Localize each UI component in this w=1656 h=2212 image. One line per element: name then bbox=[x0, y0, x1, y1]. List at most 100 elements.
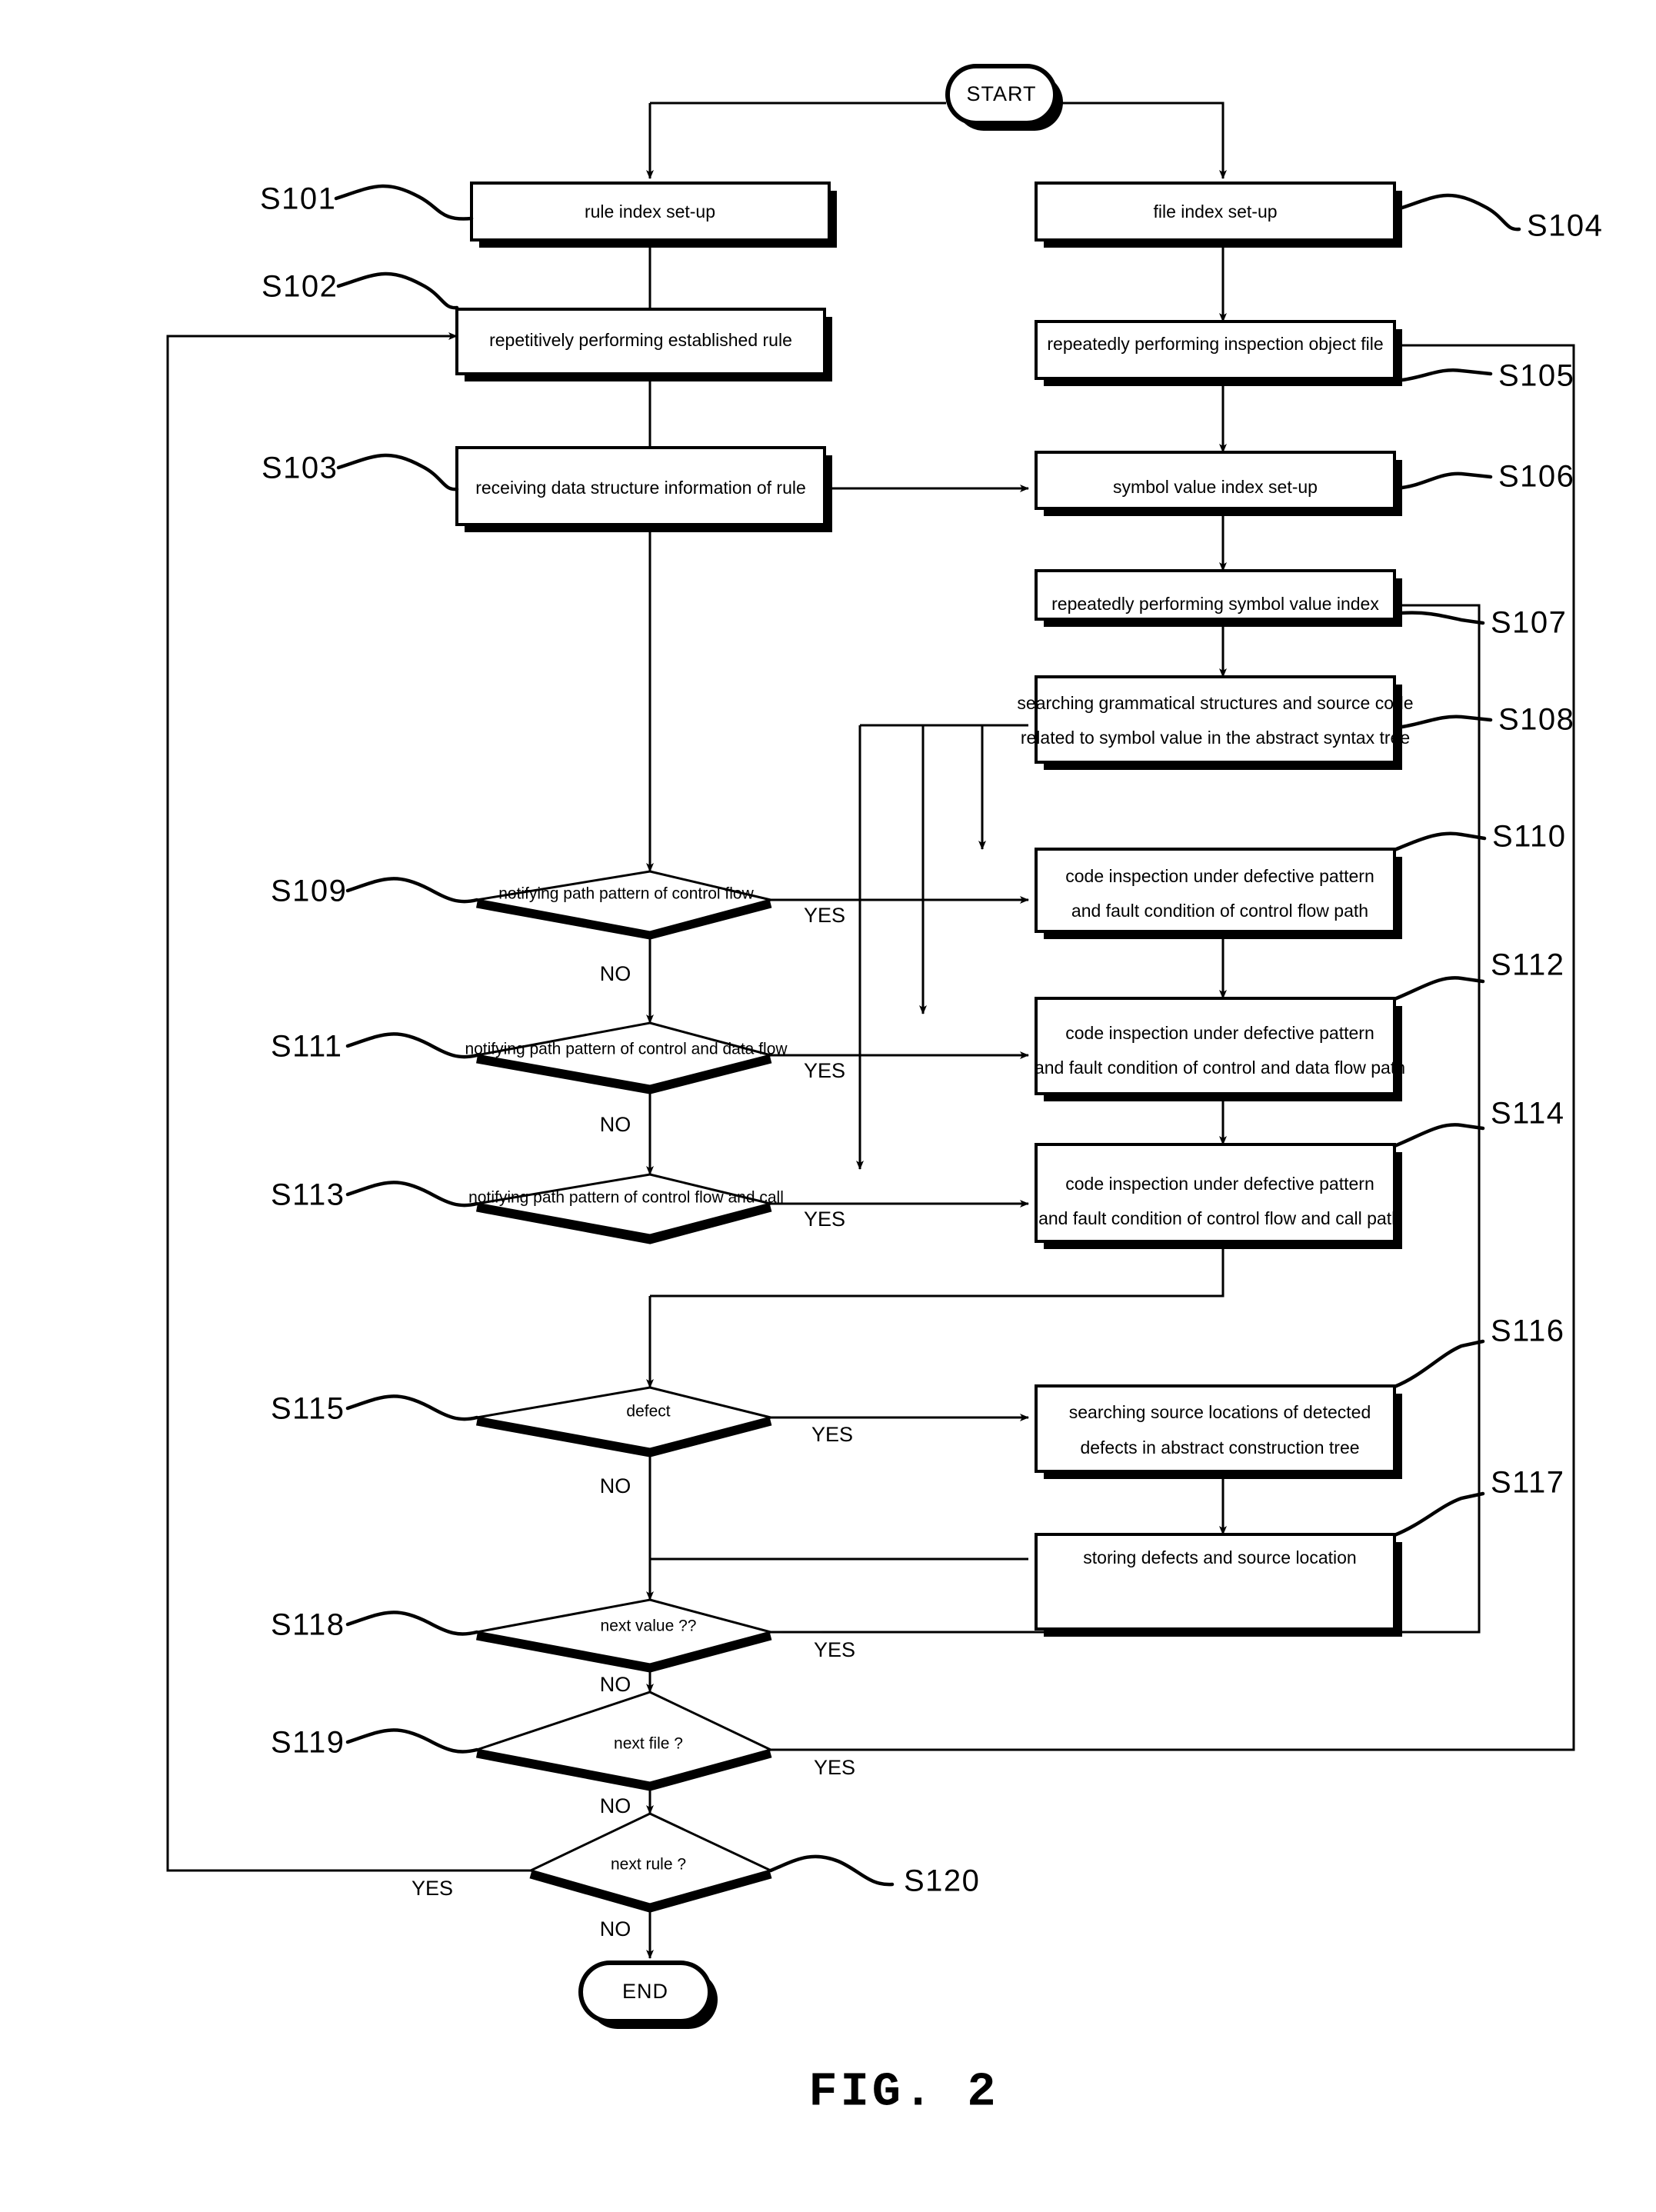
node-s113: notifying path pattern of control flow a… bbox=[468, 1173, 784, 1244]
node-s103: receiving data structure information of … bbox=[455, 446, 832, 532]
label-s119-yes: YES bbox=[814, 1756, 855, 1779]
node-s114: code inspection under defective pattern … bbox=[1035, 1143, 1402, 1249]
node-s109: notifying path pattern of control flow bbox=[476, 870, 772, 940]
ref-s118: S118 bbox=[271, 1608, 345, 1642]
figure-caption: FIG. 2 bbox=[808, 2064, 998, 2119]
ref-leader-s110: S110 bbox=[1392, 820, 1566, 854]
ref-leader-s103: S103 bbox=[262, 451, 459, 491]
label-s115-no: NO bbox=[600, 1474, 631, 1497]
ref-s113: S113 bbox=[271, 1178, 345, 1212]
s105-text: repeatedly performing inspection object … bbox=[1047, 334, 1383, 354]
node-s106: symbol value index set-up bbox=[1035, 451, 1402, 516]
ref-s102: S102 bbox=[262, 270, 338, 304]
ref-s112: S112 bbox=[1491, 948, 1564, 982]
label-s109-no: NO bbox=[600, 962, 631, 985]
terminator-end: END bbox=[578, 1960, 718, 2029]
node-s120: next rule ? bbox=[527, 1812, 775, 1913]
label-s111-no: NO bbox=[600, 1113, 631, 1136]
label-s120-no: NO bbox=[600, 1917, 631, 1940]
ref-s120: S120 bbox=[904, 1864, 980, 1898]
ref-leader-s106: S106 bbox=[1400, 460, 1574, 494]
s114-text-line2: and fault condition of control flow and … bbox=[1038, 1208, 1401, 1228]
label-s115-yes: YES bbox=[811, 1423, 853, 1446]
ref-s119: S119 bbox=[271, 1726, 345, 1760]
label-s111-yes: YES bbox=[804, 1059, 845, 1082]
ref-s110: S110 bbox=[1492, 820, 1566, 854]
label-s118-yes: YES bbox=[814, 1638, 855, 1661]
label-s119-no: NO bbox=[600, 1794, 631, 1817]
ref-s116: S116 bbox=[1491, 1314, 1564, 1348]
node-s102: repetitively performing established rule bbox=[455, 308, 832, 381]
s111-text: notifying path pattern of control and da… bbox=[465, 1041, 788, 1058]
ref-s109: S109 bbox=[271, 874, 347, 908]
node-s118: next value ?? bbox=[475, 1598, 775, 1673]
label-s120-yes: YES bbox=[412, 1877, 453, 1900]
s106-text: symbol value index set-up bbox=[1113, 477, 1318, 497]
ref-leader-s113: S113 bbox=[271, 1178, 479, 1212]
ref-s107: S107 bbox=[1491, 606, 1567, 640]
s110-text-line1: code inspection under defective pattern bbox=[1065, 866, 1374, 886]
ref-s104: S104 bbox=[1527, 209, 1603, 243]
node-s105: repeatedly performing inspection object … bbox=[1035, 320, 1402, 386]
node-s107: repeatedly performing symbol value index bbox=[1035, 569, 1402, 627]
flowchart-canvas: START END rule index set-up repetitively… bbox=[166, 64, 1603, 2119]
node-s110: code inspection under defective pattern … bbox=[1035, 848, 1402, 939]
ref-leader-s115: S115 bbox=[271, 1392, 479, 1426]
node-s119: next file ? bbox=[472, 1691, 775, 1791]
start-label: START bbox=[966, 82, 1036, 105]
node-s101: rule index set-up bbox=[470, 182, 837, 248]
s113-text: notifying path pattern of control flow a… bbox=[468, 1189, 784, 1207]
ref-s106: S106 bbox=[1498, 460, 1574, 494]
label-s113-yes: YES bbox=[804, 1208, 845, 1231]
ref-s115: S115 bbox=[271, 1392, 345, 1426]
node-s117: storing defects and source location bbox=[1035, 1533, 1402, 1637]
ref-leader-s118: S118 bbox=[271, 1608, 479, 1642]
s110-text-line2: and fault condition of control flow path bbox=[1071, 901, 1368, 921]
ref-leader-s104: S104 bbox=[1400, 193, 1603, 243]
label-s118-no: NO bbox=[600, 1673, 631, 1696]
s101-text: rule index set-up bbox=[585, 202, 715, 222]
node-s115: defect bbox=[476, 1386, 772, 1457]
s112-text-line1: code inspection under defective pattern bbox=[1065, 1023, 1374, 1043]
ref-s117: S117 bbox=[1491, 1466, 1564, 1500]
node-s116: searching source locations of detected d… bbox=[1035, 1384, 1402, 1479]
s107-text: repeatedly performing symbol value index bbox=[1051, 594, 1379, 614]
ref-s101: S101 bbox=[260, 182, 336, 216]
ref-leader-s101: S101 bbox=[260, 182, 474, 221]
terminator-start: START bbox=[945, 64, 1063, 131]
node-s104: file index set-up bbox=[1035, 182, 1402, 248]
s103-text: receiving data structure information of … bbox=[475, 478, 806, 498]
end-label: END bbox=[622, 1980, 668, 2003]
s108-text-line1: searching grammatical structures and sou… bbox=[1017, 693, 1413, 713]
ref-leader-s105: S105 bbox=[1400, 359, 1574, 393]
s104-text: file index set-up bbox=[1153, 202, 1277, 222]
ref-s114: S114 bbox=[1491, 1097, 1564, 1131]
s102-text: repetitively performing established rule bbox=[489, 330, 792, 350]
node-s111: notifying path pattern of control and da… bbox=[465, 1021, 788, 1094]
ref-s111: S111 bbox=[271, 1030, 342, 1064]
ref-s108: S108 bbox=[1498, 703, 1574, 737]
ref-s103: S103 bbox=[262, 451, 338, 485]
edge-s120-yes-to-s102 bbox=[166, 332, 531, 1872]
s120-text: next rule ? bbox=[611, 1856, 686, 1874]
ref-s105: S105 bbox=[1498, 359, 1574, 393]
figure-page: START END rule index set-up repetitively… bbox=[0, 0, 1656, 2212]
label-s109-yes: YES bbox=[804, 904, 845, 927]
s115-text: defect bbox=[626, 1403, 670, 1421]
node-s112: code inspection under defective pattern … bbox=[1035, 997, 1405, 1101]
ref-leader-s107: S107 bbox=[1400, 606, 1567, 640]
s112-text-line2: and fault condition of control and data … bbox=[1035, 1058, 1405, 1078]
edge-start-to-s104 bbox=[1061, 102, 1227, 179]
s116-text-line1: searching source locations of detected bbox=[1069, 1402, 1371, 1422]
node-s108: searching grammatical structures and sou… bbox=[1017, 675, 1414, 770]
s118-text: next value ?? bbox=[601, 1617, 697, 1635]
s109-text: notifying path pattern of control flow bbox=[498, 885, 754, 903]
s119-text: next file ? bbox=[614, 1735, 683, 1753]
s114-text-line1: code inspection under defective pattern bbox=[1065, 1174, 1374, 1194]
ref-leader-s109: S109 bbox=[271, 874, 479, 908]
s116-text-line2: defects in abstract construction tree bbox=[1080, 1437, 1359, 1457]
s108-text-line2: related to symbol value in the abstract … bbox=[1021, 728, 1410, 748]
s117-text: storing defects and source location bbox=[1083, 1547, 1356, 1567]
edge-s114-to-s115-elbow bbox=[650, 1249, 1225, 1298]
ref-leader-s119: S119 bbox=[271, 1726, 479, 1760]
